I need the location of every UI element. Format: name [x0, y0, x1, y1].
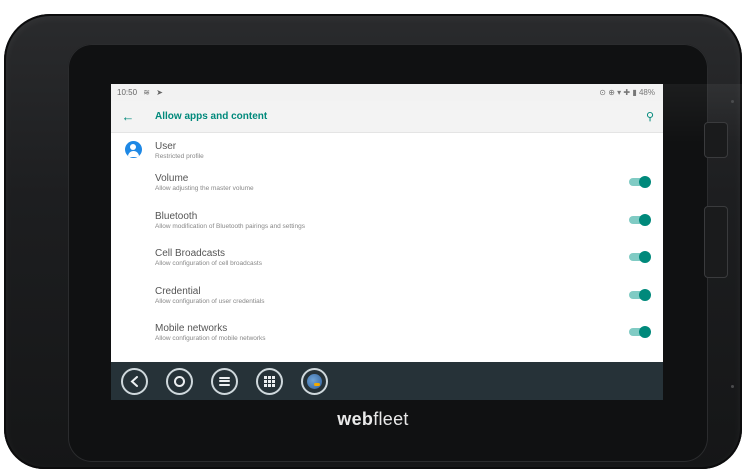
page-title: Allow apps and content [155, 111, 268, 122]
credential-toggle[interactable] [629, 288, 651, 301]
setting-volume[interactable]: Volume Allow adjusting the master volume [111, 164, 663, 202]
clock: 10:50 [117, 88, 138, 97]
status-bar: 10:50 ≋ ➤ ⊙ ⊕ ▾ ✚ ▮ 48% [111, 84, 663, 101]
user-name: User [155, 141, 177, 152]
location-icon: ⊙ [599, 88, 606, 97]
volume-toggle[interactable] [629, 176, 651, 188]
user-profile-row[interactable]: User Restricted profile [111, 133, 663, 164]
settings-list: User Restricted profile Volume Allow adj… [111, 133, 663, 363]
apps-grid-icon[interactable] [256, 367, 283, 395]
setting-subtitle: Allow configuration of cell broadcasts [155, 260, 262, 268]
navigation-arrow-icon: ➤ [156, 88, 163, 97]
avatar-icon [124, 141, 142, 158]
wifi-icon: ▾ [617, 88, 622, 97]
setting-title: Mobile networks [155, 323, 228, 335]
device-screen: 10:50 ≋ ➤ ⊙ ⊕ ▾ ✚ ▮ 48% ← Allow apps and… [111, 84, 663, 400]
sensor-dot [731, 385, 734, 388]
setting-bluetooth[interactable]: Bluetooth Allow modification of Bluetoot… [111, 202, 663, 240]
arrow-back-icon[interactable]: ← [111, 109, 145, 124]
signal-icon: ✚ [623, 88, 631, 97]
user-subtitle: Restricted profile [155, 153, 204, 160]
search-icon[interactable]: ⚲ [637, 110, 663, 123]
notification-icon: ≋ [143, 88, 150, 97]
power-button[interactable] [704, 122, 728, 158]
setting-subtitle: Allow modification of Bluetooth pairings… [155, 222, 305, 230]
navigation-bar [111, 362, 663, 400]
cell-broadcasts-toggle[interactable] [629, 251, 651, 263]
setting-cell-broadcasts[interactable]: Cell Broadcasts Allow configuration of c… [111, 239, 663, 277]
setting-title: Volume [155, 173, 189, 185]
back-icon[interactable] [121, 367, 148, 395]
battery-percent: 48% [638, 88, 655, 97]
setting-mobile-networks[interactable]: Mobile networks Allow configuration of m… [111, 314, 663, 352]
volume-button[interactable] [704, 206, 728, 278]
menu-icon[interactable] [211, 367, 238, 395]
app-bar: ← Allow apps and content ⚲ [111, 101, 663, 133]
bluetooth-toggle[interactable] [629, 213, 651, 226]
mobile-networks-toggle[interactable] [629, 326, 651, 338]
setting-title: Bluetooth [155, 210, 198, 222]
battery-icon: ▮ [632, 88, 637, 97]
sync-icon: ⊕ [608, 88, 615, 97]
sensor-dot [731, 100, 734, 103]
setting-subtitle: Allow adjusting the master volume [155, 185, 254, 193]
globe-icon[interactable] [301, 367, 328, 395]
setting-title: Cell Broadcasts [155, 248, 226, 260]
setting-credential[interactable]: Credential Allow configuration of user c… [111, 277, 663, 315]
home-icon[interactable] [166, 367, 193, 395]
setting-subtitle: Allow configuration of user credentials [155, 297, 265, 305]
setting-subtitle: Allow configuration of mobile networks [155, 335, 266, 343]
brand-logo: webfleet [337, 409, 409, 429]
setting-title: Credential [155, 285, 201, 297]
